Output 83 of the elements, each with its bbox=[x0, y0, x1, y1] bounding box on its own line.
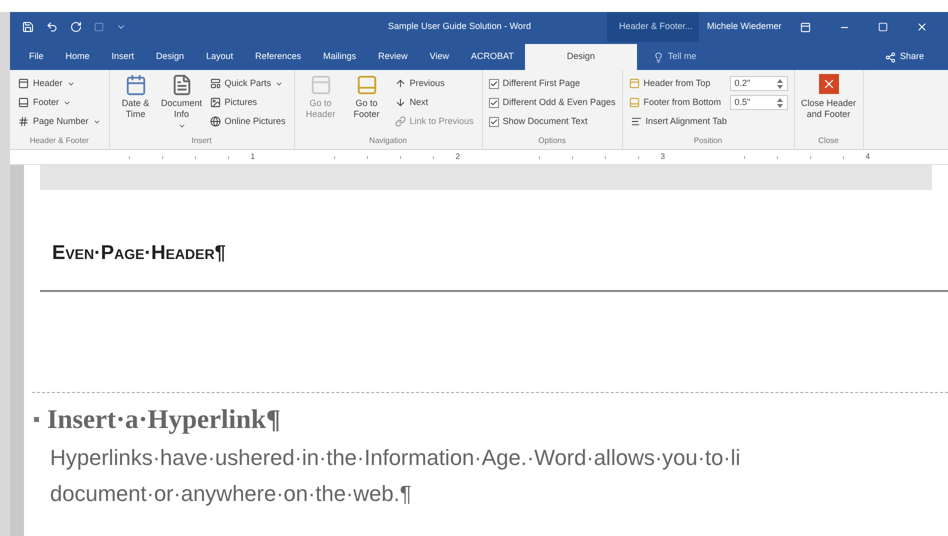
caret-icon bbox=[178, 122, 186, 130]
ribbon-button[interactable]: Go to Footer bbox=[346, 74, 387, 135]
group-label: Position bbox=[692, 135, 724, 147]
checkbox-label: Different First Page bbox=[502, 76, 580, 90]
ribbon-button[interactable]: Online Pictures bbox=[208, 112, 288, 131]
option-checkbox[interactable]: Show Document Text bbox=[488, 112, 616, 131]
calendar-icon bbox=[124, 74, 147, 96]
ribbon-button[interactable]: Document Info bbox=[162, 74, 202, 135]
ribbon-tab[interactable]: Mailings bbox=[312, 44, 368, 70]
bullet-icon bbox=[34, 416, 39, 422]
align-icon bbox=[630, 116, 642, 127]
tell-me-button[interactable]: Tell me bbox=[636, 44, 712, 70]
checkbox-label: Different Odd & Even Pages bbox=[502, 96, 616, 109]
group-label: Close bbox=[817, 135, 840, 147]
image-icon bbox=[210, 97, 221, 108]
ribbon-tab[interactable]: View bbox=[418, 44, 460, 70]
group-label: Insert bbox=[190, 135, 213, 147]
ribbon-display-icon[interactable] bbox=[800, 22, 811, 32]
heading: Insert·a·Hyperlink¶ bbox=[47, 403, 281, 436]
spin-label: Header from Top bbox=[644, 76, 712, 90]
paragraph-line: document·or·anywhere·on·the·web.¶ bbox=[50, 480, 413, 508]
ribbon-tab[interactable]: Insert bbox=[100, 44, 146, 70]
close-header-footer-button[interactable]: Close Header and Footer bbox=[800, 74, 857, 135]
ribbon-tab[interactable]: ACROBAT bbox=[460, 44, 525, 70]
ribbon-tab[interactable]: Home bbox=[54, 44, 101, 70]
checkbox[interactable] bbox=[488, 98, 499, 108]
close-icon[interactable] bbox=[916, 21, 928, 33]
spin-field[interactable]: 0.5" bbox=[730, 95, 788, 110]
ribbon-button[interactable]: Insert Alignment Tab bbox=[628, 112, 788, 131]
maximize-icon[interactable] bbox=[878, 22, 888, 32]
ruler-number: 2 bbox=[456, 151, 460, 163]
footer-icon bbox=[628, 97, 640, 108]
spinner-arrows-icon[interactable] bbox=[776, 98, 783, 108]
spin-field[interactable]: 0.2" bbox=[730, 76, 788, 91]
spin-label: Footer from Bottom bbox=[644, 96, 722, 109]
ribbon-tab[interactable]: Design bbox=[145, 44, 196, 70]
down-arrow-icon bbox=[394, 97, 406, 108]
group-label: Options bbox=[537, 135, 567, 147]
lightbulb-icon bbox=[652, 52, 664, 62]
option-checkbox[interactable]: Different First Page bbox=[488, 74, 616, 93]
group-label: Header & Footer bbox=[28, 135, 90, 147]
ribbon-button[interactable]: Date & Time bbox=[116, 74, 156, 135]
page-number-icon bbox=[18, 116, 29, 127]
ribbon-tab[interactable]: References bbox=[244, 44, 312, 70]
user-name: Michele Wiedemer bbox=[706, 20, 783, 34]
checkbox[interactable] bbox=[488, 78, 499, 88]
undo-icon[interactable] bbox=[46, 21, 58, 33]
group-label: Navigation bbox=[368, 135, 408, 147]
spinner-arrows-icon[interactable] bbox=[776, 78, 783, 88]
header-page-icon bbox=[310, 74, 332, 96]
ribbon-tab[interactable]: Review bbox=[367, 44, 419, 70]
save-icon[interactable] bbox=[22, 21, 34, 33]
header-icon bbox=[18, 78, 29, 89]
header-label: Even·Page·Header¶ bbox=[52, 242, 226, 264]
ruler-number: 1 bbox=[250, 151, 255, 163]
ribbon-tab[interactable]: Layout bbox=[195, 44, 244, 70]
checkbox-label: Show Document Text bbox=[502, 114, 588, 128]
globe-icon bbox=[210, 116, 221, 127]
footer-page-icon bbox=[356, 74, 378, 96]
up-arrow-icon bbox=[394, 78, 406, 89]
ribbon-button[interactable]: Header bbox=[16, 74, 103, 93]
option-checkbox[interactable]: Different Odd & Even Pages bbox=[488, 93, 616, 112]
parts-icon bbox=[210, 78, 221, 89]
ribbon-tab[interactable]: File bbox=[18, 44, 55, 70]
context-tab-label: Header & Footer... bbox=[607, 12, 699, 42]
share-button[interactable]: Share bbox=[884, 44, 924, 70]
window-title: Sample User Guide Solution - Word bbox=[387, 20, 532, 34]
paragraph-line: Hyperlinks·have·ushered·in·the·Information·Age.·Word·allows·you·to·li bbox=[50, 444, 742, 472]
ribbon-tab[interactable]: Design bbox=[524, 44, 637, 70]
checkbox[interactable] bbox=[488, 116, 499, 126]
ribbon-button[interactable]: Page Number bbox=[16, 112, 103, 131]
redo-icon[interactable] bbox=[70, 21, 82, 33]
ribbon-button[interactable]: Previous bbox=[392, 74, 476, 93]
share-icon bbox=[884, 52, 896, 62]
ribbon-button[interactable]: Footer bbox=[16, 93, 103, 112]
ruler-number: 4 bbox=[866, 151, 870, 163]
ribbon-button[interactable]: Next bbox=[392, 93, 476, 112]
ribbon-button[interactable]: Quick Parts bbox=[208, 74, 288, 93]
ruler-number: 3 bbox=[660, 151, 665, 163]
footer-icon bbox=[18, 97, 29, 108]
ribbon-button[interactable]: Pictures bbox=[208, 93, 288, 112]
header-icon bbox=[628, 78, 640, 89]
link-icon bbox=[394, 116, 406, 127]
